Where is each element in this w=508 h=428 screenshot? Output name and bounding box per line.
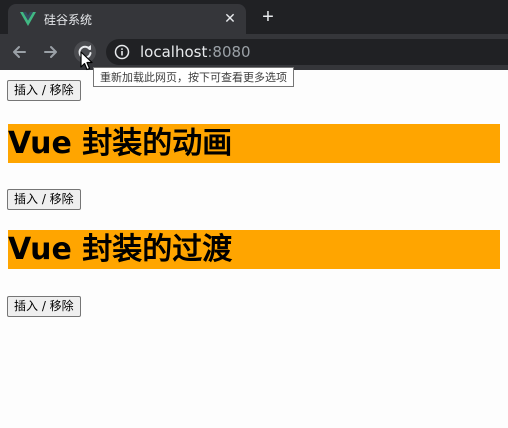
toggle-button-3[interactable]: 插入 / 移除 (7, 296, 81, 317)
new-tab-icon[interactable]: + (258, 7, 278, 27)
animation-heading: Vue 封装的动画 (8, 124, 500, 163)
vue-logo-icon (20, 12, 36, 26)
browser-window: 硅谷系统 ✕ + localhost:8080 插入 / 移除 Vue 封装的动… (0, 0, 508, 428)
url-host: localhost (140, 43, 208, 61)
mouse-cursor-icon (80, 51, 93, 71)
toggle-button-1[interactable]: 插入 / 移除 (7, 80, 81, 101)
transition-heading: Vue 封装的过渡 (8, 230, 500, 269)
close-tab-icon[interactable]: ✕ (222, 10, 238, 26)
page-content: 插入 / 移除 Vue 封装的动画 插入 / 移除 Vue 封装的过渡 插入 /… (0, 70, 508, 428)
address-bar[interactable]: localhost:8080 (106, 39, 508, 65)
tab-strip: 硅谷系统 ✕ + (0, 0, 508, 34)
reload-tooltip: 重新加载此网页，按下可查看更多选项 (93, 67, 294, 87)
toggle-button-2[interactable]: 插入 / 移除 (7, 189, 81, 210)
browser-toolbar: localhost:8080 (0, 34, 508, 70)
tab-title: 硅谷系统 (44, 13, 93, 27)
url-port: :8080 (207, 43, 251, 61)
info-icon[interactable] (114, 44, 130, 60)
back-arrow-icon[interactable] (8, 41, 30, 63)
forward-arrow-icon[interactable] (40, 41, 62, 63)
url-text: localhost:8080 (140, 43, 251, 61)
browser-tab[interactable]: 硅谷系统 ✕ (8, 4, 246, 34)
